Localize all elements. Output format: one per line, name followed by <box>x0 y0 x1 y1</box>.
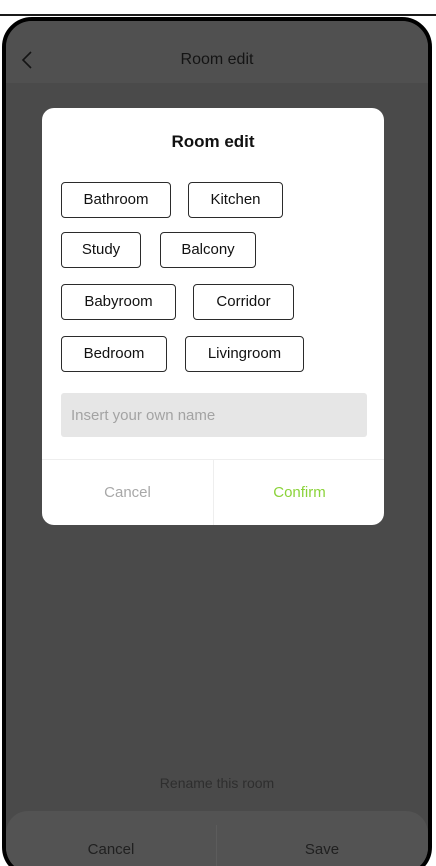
room-option-bathroom[interactable]: Bathroom <box>61 182 171 218</box>
nav-bar: Room edit <box>6 21 428 83</box>
room-option-kitchen[interactable]: Kitchen <box>188 182 283 218</box>
room-option-corridor[interactable]: Corridor <box>193 284 294 320</box>
screenshot-page: Room edit Rename this room Cancel Save R… <box>0 0 436 866</box>
bottom-action-bar: Cancel Save <box>6 811 428 866</box>
dialog-title: Room edit <box>171 132 255 151</box>
rename-room-link[interactable]: Rename this room <box>6 775 428 791</box>
top-divider <box>0 14 436 16</box>
room-name-input[interactable] <box>61 393 367 437</box>
room-option-balcony[interactable]: Balcony <box>160 232 256 268</box>
room-option-livingroom[interactable]: Livingroom <box>185 336 304 372</box>
room-option-study[interactable]: Study <box>61 232 141 268</box>
save-button[interactable]: Save <box>217 841 427 858</box>
page-title: Room edit <box>180 51 254 68</box>
cancel-button[interactable]: Cancel <box>6 841 216 858</box>
dialog-cancel-button[interactable]: Cancel <box>42 460 213 525</box>
room-option-bedroom[interactable]: Bedroom <box>61 336 167 372</box>
dialog-confirm-button[interactable]: Confirm <box>214 460 384 525</box>
room-option-babyroom[interactable]: Babyroom <box>61 284 176 320</box>
room-edit-dialog: Room edit Bathroom Kitchen Study Balcony… <box>42 108 384 525</box>
